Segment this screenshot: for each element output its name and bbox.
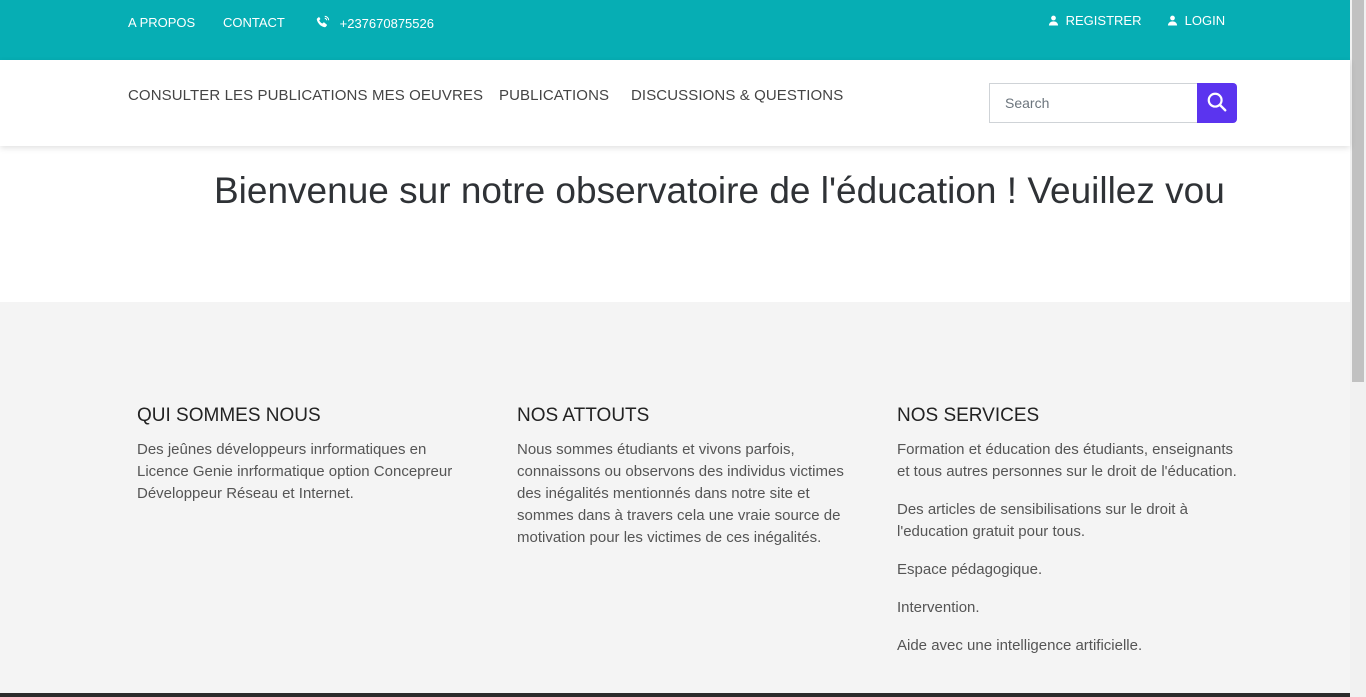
who-title: QUI SOMMES NOUS bbox=[137, 405, 321, 426]
login-link[interactable]: LOGIN bbox=[1167, 13, 1225, 29]
hero-section: Bienvenue sur notre observatoire de l'éd… bbox=[0, 146, 1350, 302]
services-title: NOS SERVICES bbox=[897, 405, 1040, 426]
nav-item-publications[interactable]: PUBLICATIONS bbox=[499, 87, 609, 104]
top-bar: A PROPOS CONTACT +237670875526 REGISTRER bbox=[0, 0, 1350, 60]
assets-column: NOS ATTOUTS Nous sommes étudiants et viv… bbox=[517, 404, 852, 565]
scrollbar-thumb[interactable] bbox=[1352, 0, 1364, 382]
nav-item-discussions-questions[interactable]: DISCUSSIONS & QUESTIONS bbox=[631, 87, 843, 104]
info-section: QUI SOMMES NOUS Des jeûnes développeurs … bbox=[0, 302, 1350, 697]
welcome-marquee: Bienvenue sur notre observatoire de l'éd… bbox=[214, 166, 1234, 222]
assets-text: Nous sommes étudiants et vivons parfois,… bbox=[517, 441, 844, 546]
search-input[interactable] bbox=[989, 83, 1197, 123]
services-column: NOS SERVICES Formation et éducation des … bbox=[897, 404, 1242, 673]
contact-link[interactable]: CONTACT bbox=[223, 15, 285, 31]
search-icon bbox=[1206, 91, 1228, 116]
service-item: Intervention. bbox=[897, 599, 980, 616]
user-icon bbox=[1048, 13, 1063, 28]
service-item: Aide avec une intelligence artificielle. bbox=[897, 637, 1143, 654]
user-icon bbox=[1167, 13, 1182, 28]
service-item: Des articles de sensibilisations sur le … bbox=[897, 501, 1188, 540]
page: A PROPOS CONTACT +237670875526 REGISTRER bbox=[0, 0, 1366, 697]
who-text: Des jeûnes développeurs inrformatiques e… bbox=[137, 441, 453, 502]
bottom-divider bbox=[0, 693, 1350, 697]
service-item: Espace pédagogique. bbox=[897, 561, 1043, 578]
phone-link[interactable]: +237670875526 bbox=[316, 15, 434, 32]
register-link[interactable]: REGISTRER bbox=[1048, 13, 1141, 29]
about-link[interactable]: A PROPOS bbox=[128, 15, 195, 31]
phone-icon bbox=[316, 15, 334, 31]
service-item: Formation et éducation des étudiants, en… bbox=[897, 441, 1237, 480]
nav-item-consulter-publications[interactable]: CONSULTER LES PUBLICATIONS bbox=[128, 87, 368, 104]
login-label: LOGIN bbox=[1184, 13, 1226, 28]
page-scrollbar[interactable] bbox=[1350, 0, 1366, 697]
main-nav: CONSULTER LES PUBLICATIONS MES OEUVRES P… bbox=[0, 60, 1350, 146]
search-button[interactable] bbox=[1197, 83, 1237, 123]
phone-number: +237670875526 bbox=[339, 16, 434, 31]
welcome-text: Bienvenue sur notre observatoire de l'éd… bbox=[214, 170, 1225, 211]
assets-title: NOS ATTOUTS bbox=[517, 405, 650, 426]
who-column: QUI SOMMES NOUS Des jeûnes développeurs … bbox=[137, 404, 467, 521]
nav-item-mes-oeuvres[interactable]: MES OEUVRES bbox=[372, 87, 483, 104]
register-label: REGISTRER bbox=[1065, 13, 1142, 28]
